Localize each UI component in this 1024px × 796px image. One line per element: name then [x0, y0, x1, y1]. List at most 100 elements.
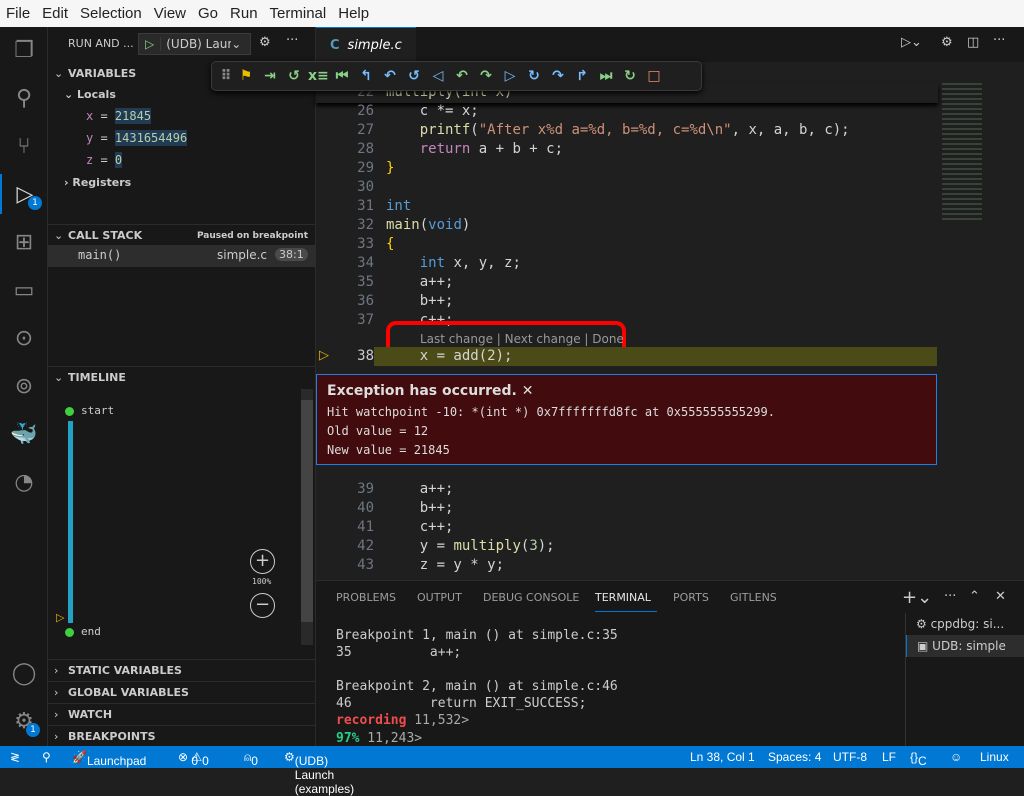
timeline-scrollbar[interactable] [301, 389, 313, 645]
session-cppdbg[interactable]: ⚙ cppdbg: si... [906, 613, 1024, 635]
udb-icon[interactable]: ◔ [0, 462, 48, 502]
zoom-in-button[interactable]: + [250, 549, 275, 574]
undo-icon[interactable]: ↶ [452, 68, 472, 84]
global-variables-header[interactable]: › GLOBAL VARIABLES [48, 681, 316, 703]
goto-end-icon[interactable]: ⏭ [596, 68, 616, 84]
locals-scope[interactable]: ⌄ Locals [64, 88, 116, 101]
variable-x[interactable]: x = 21845 [86, 108, 152, 124]
redo-icon[interactable]: ↷ [476, 68, 496, 84]
stop-icon[interactable]: □ [644, 68, 664, 84]
panel-tab-output[interactable]: OUTPUT [417, 591, 462, 604]
code-line[interactable]: a++; [386, 274, 454, 290]
restart-icon[interactable]: ↻ [620, 68, 640, 84]
menu-run[interactable]: Run [224, 5, 264, 22]
explorer-icon[interactable]: ❐ [0, 30, 48, 70]
panel-tab-problems[interactable]: PROBLEMS [336, 591, 396, 604]
settings-gear-icon[interactable]: ⚙ 1 [0, 701, 48, 741]
more-actions-icon[interactable]: ··· [993, 33, 1005, 48]
menu-selection[interactable]: Selection [74, 5, 148, 22]
debug-config-icon[interactable]: ⚲ [42, 750, 51, 764]
call-stack-frame[interactable]: main() simple.c 38:1 [48, 245, 316, 267]
reverse-start-icon[interactable]: ⏮ [332, 68, 352, 84]
launch-config-button[interactable]: ⚙ (UDB) Launch (examples) [284, 750, 354, 796]
launch-config-select[interactable]: ▷ (UDB) Laun ⌄ [138, 33, 251, 55]
code-line[interactable]: y = multiply(3); [386, 538, 555, 554]
code-line[interactable]: int [386, 198, 411, 214]
extensions-icon[interactable]: ⊞ [0, 222, 48, 262]
code-line[interactable]: b++; [386, 293, 454, 309]
language-mode[interactable]: {} C [910, 750, 927, 768]
panel-tab-gitlens[interactable]: GITLENS [730, 591, 777, 604]
docker-icon[interactable]: 🐳 [0, 414, 48, 454]
watch-header[interactable]: › WATCH [48, 703, 316, 725]
step-into-icon[interactable]: ↷ [548, 68, 568, 84]
search-icon[interactable]: ⚲ [0, 78, 48, 118]
goto-bookmark-icon[interactable]: ⇥ [260, 68, 280, 84]
problems-button[interactable]: ⊗ 0 ⚠ 0 [178, 750, 209, 768]
gitlens-icon[interactable]: ⊙ [0, 318, 48, 358]
code-line[interactable]: printf("After x%d a=%d, b=%d, c=%d\n", x… [386, 122, 850, 138]
panel-tab-debug-console[interactable]: DEBUG CONSOLE [483, 591, 579, 604]
reverse-step-over-icon[interactable]: ↺ [404, 68, 424, 84]
code-line[interactable]: return a + b + c; [386, 141, 563, 157]
call-stack-header[interactable]: ⌄ CALL STACK Paused on breakpoint [48, 224, 316, 246]
bookmark-add-icon[interactable]: ⚑ [236, 68, 256, 84]
reverse-continue-icon[interactable]: ◁ [428, 68, 448, 84]
menu-help[interactable]: Help [332, 5, 375, 22]
code-line[interactable]: int x, y, z; [386, 255, 521, 271]
timeline-header[interactable]: ⌄ TIMELINE [48, 366, 316, 388]
prompt-progress[interactable]: 11,243> [359, 731, 422, 746]
menu-terminal[interactable]: Terminal [264, 5, 333, 22]
close-panel-icon[interactable]: ✕ [995, 589, 1006, 604]
encoding[interactable]: UTF-8 [833, 750, 867, 764]
zoom-out-button[interactable]: − [250, 593, 275, 618]
cursor-position[interactable]: Ln 38, Col 1 [690, 750, 755, 764]
timeline-track[interactable] [68, 421, 73, 623]
variable-y[interactable]: y = 1431654496 [86, 130, 188, 146]
ports-button[interactable]: ⍝ 0 [244, 750, 258, 768]
session-udb[interactable]: ▣ UDB: simple [906, 635, 1024, 657]
run-debug-icon[interactable]: ▷ 1 [0, 174, 48, 214]
close-icon[interactable]: ✕ [522, 383, 534, 399]
os-indicator[interactable]: Linux [980, 750, 1009, 764]
launchpad-button[interactable]: 🚀 Launchpad [72, 750, 146, 768]
menu-go[interactable]: Go [192, 5, 224, 22]
variable-z[interactable]: z = 0 [86, 152, 123, 168]
code-line[interactable]: b++; [386, 500, 454, 516]
code-line[interactable]: c++; [386, 519, 454, 535]
more-actions-icon[interactable]: ··· [286, 33, 298, 48]
codelens[interactable]: Last change | Next change | Done [420, 332, 624, 346]
menu-edit[interactable]: Edit [36, 5, 74, 22]
code-line[interactable]: z = y * y; [386, 557, 504, 573]
maximize-panel-icon[interactable]: ⌃ [969, 589, 980, 604]
gear-icon[interactable]: ⚙ [259, 35, 271, 50]
new-terminal-icon[interactable]: +⌄ [902, 587, 932, 608]
account-icon[interactable]: ◯ [0, 653, 48, 693]
remote-explorer-icon[interactable]: ▭ [0, 270, 48, 310]
minimap[interactable] [938, 77, 1018, 237]
code-line[interactable]: main(void) [386, 217, 470, 233]
static-variables-header[interactable]: › STATIC VARIABLES [48, 659, 316, 681]
continue-icon[interactable]: ▷ [500, 68, 520, 84]
timeline-start-marker[interactable] [65, 407, 74, 416]
menu-file[interactable]: File [0, 5, 36, 22]
more-actions-icon[interactable]: ··· [944, 589, 956, 604]
step-over-icon[interactable]: ↻ [524, 68, 544, 84]
breakpoints-header[interactable]: › BREAKPOINTS [48, 725, 316, 747]
code-line[interactable]: { [386, 236, 394, 252]
history-icon[interactable]: ↺ [284, 68, 304, 84]
remote-icon[interactable]: ≷ [10, 750, 20, 764]
run-debug-menu-icon[interactable]: ▷⌄ [901, 35, 922, 50]
step-out-icon[interactable]: ↱ [572, 68, 592, 84]
start-debug-icon[interactable]: ▷ [139, 37, 162, 51]
goto-time-icon[interactable]: x≡ [308, 68, 329, 84]
drag-handle-icon[interactable]: ⠿ [220, 68, 232, 84]
code-line[interactable]: } [386, 160, 394, 176]
gear-icon[interactable]: ⚙ [941, 35, 953, 50]
line-ending[interactable]: LF [882, 750, 896, 764]
source-control-icon[interactable]: ⑂ [0, 126, 48, 166]
reverse-step-out-icon[interactable]: ↰ [356, 68, 376, 84]
panel-tab-ports[interactable]: PORTS [673, 591, 709, 604]
tab-simple-c[interactable]: Csimple.c [316, 27, 416, 62]
copilot-icon[interactable]: ☺ [950, 750, 962, 764]
